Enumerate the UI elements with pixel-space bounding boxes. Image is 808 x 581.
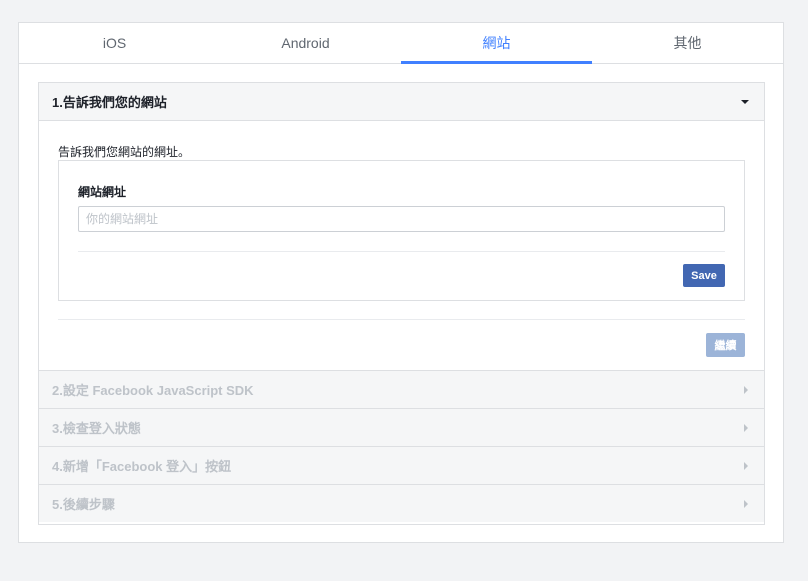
step2-header[interactable]: 2.設定 Facebook JavaScript SDK	[39, 370, 764, 408]
step1-title: 1.告訴我們您的網站	[52, 95, 167, 110]
step1-intro: 告訴我們您網站的網址。	[58, 145, 191, 159]
caret-right-icon	[744, 386, 748, 394]
platform-setup-card: iOS Android 網站 其他 1.告訴我們您的網站 告訴我們您網站的網址。…	[18, 22, 784, 543]
step5-title: 5.後續步驟	[52, 497, 115, 512]
step3-title: 3.檢查登入狀態	[52, 421, 141, 436]
caret-right-icon	[744, 500, 748, 508]
step5-header[interactable]: 5.後續步驟	[39, 484, 764, 522]
platform-tabs: iOS Android 網站 其他	[19, 23, 783, 64]
caret-right-icon	[744, 424, 748, 432]
form-divider	[78, 251, 725, 252]
step2-title: 2.設定 Facebook JavaScript SDK	[52, 383, 254, 398]
step4-header[interactable]: 4.新增「Facebook 登入」按鈕	[39, 446, 764, 484]
step-divider	[58, 319, 745, 320]
tab-other[interactable]: 其他	[592, 23, 783, 63]
caret-right-icon	[744, 462, 748, 470]
step1-body: 告訴我們您網站的網址。 網站網址 Save 繼續	[39, 121, 764, 370]
step3-header[interactable]: 3.檢查登入狀態	[39, 408, 764, 446]
step4-title: 4.新增「Facebook 登入」按鈕	[52, 459, 232, 474]
step1-header[interactable]: 1.告訴我們您的網站	[39, 83, 764, 121]
continue-button[interactable]: 繼續	[706, 333, 745, 357]
save-button[interactable]: Save	[683, 264, 725, 287]
website-url-form: 網站網址 Save	[58, 160, 745, 301]
caret-down-icon	[741, 100, 749, 104]
website-url-label: 網站網址	[78, 185, 127, 199]
website-url-input[interactable]	[78, 206, 725, 232]
tab-ios[interactable]: iOS	[19, 23, 210, 63]
tab-website[interactable]: 網站	[401, 23, 592, 64]
tab-android[interactable]: Android	[210, 23, 401, 63]
setup-steps-accordion: 1.告訴我們您的網站 告訴我們您網站的網址。 網站網址 Save 繼續 2.設定…	[38, 82, 765, 525]
